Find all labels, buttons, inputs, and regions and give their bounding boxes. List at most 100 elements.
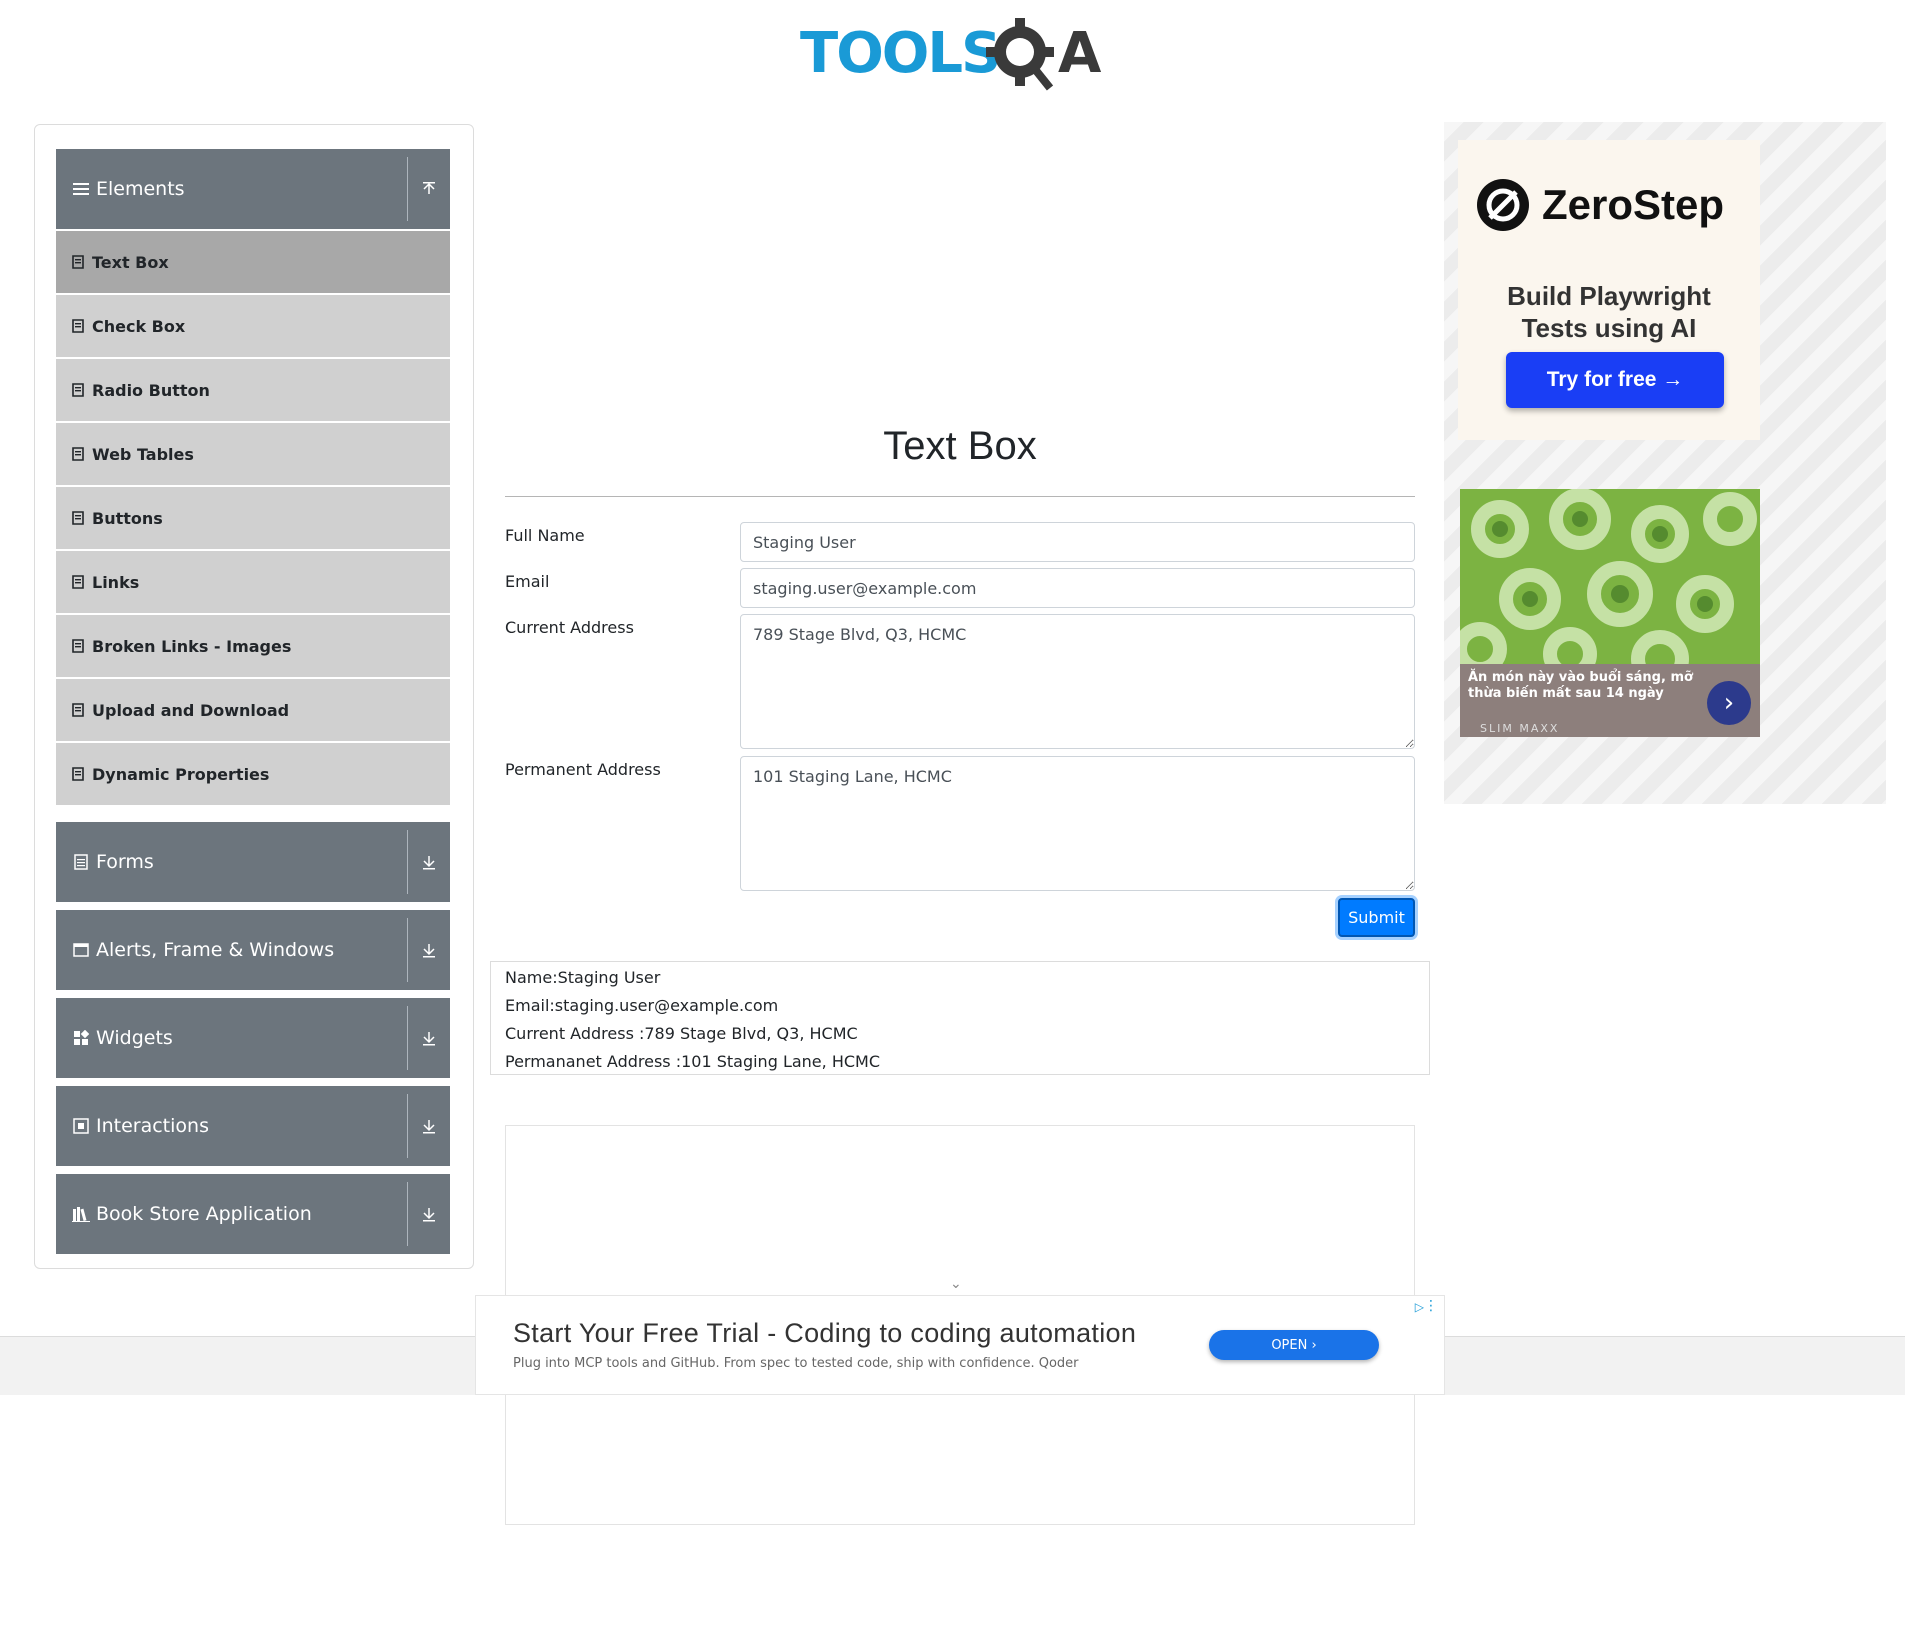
sidebar-item-check-box[interactable]: Check Box bbox=[56, 295, 450, 357]
bookstore-icon bbox=[72, 1205, 90, 1223]
group-label: Elements bbox=[96, 178, 185, 200]
expand-down-icon[interactable] bbox=[416, 1086, 442, 1166]
output-panel: Name:Staging User Email:staging.user@exa… bbox=[490, 961, 1430, 1075]
ad-image bbox=[1460, 489, 1760, 688]
zerostep-logo: ZeroStep bbox=[1476, 178, 1724, 232]
document-icon bbox=[72, 703, 84, 717]
divider bbox=[407, 830, 408, 894]
permanent-address-textarea[interactable]: 101 Staging Lane, HCMC bbox=[740, 756, 1415, 891]
sidebar-item-label: Web Tables bbox=[92, 444, 194, 464]
svg-text:TOOLS: TOOLS bbox=[800, 21, 999, 86]
output-permanent-address: Permananet Address :101 Staging Lane, HC… bbox=[505, 1052, 880, 1071]
zerostep-ad[interactable]: ZeroStep Build Playwright Tests using AI… bbox=[1458, 140, 1760, 440]
group-widgets[interactable]: Widgets bbox=[56, 998, 450, 1078]
divider bbox=[407, 157, 408, 221]
form-icon bbox=[72, 853, 90, 871]
document-icon bbox=[72, 639, 84, 653]
sidebar-item-label: Upload and Download bbox=[92, 700, 290, 720]
output-email: Email:staging.user@example.com bbox=[505, 996, 779, 1015]
ad-caption: Ăn món này vào buổi sáng, mỡ thừa biến m… bbox=[1468, 670, 1693, 701]
permanent-address-label: Permanent Address bbox=[505, 760, 661, 779]
ad-caption-bar: Ăn món này vào buổi sáng, mỡ thừa biến m… bbox=[1460, 664, 1760, 737]
sidebar-item-radio-button[interactable]: Radio Button bbox=[56, 359, 450, 421]
expand-down-icon[interactable] bbox=[416, 910, 442, 990]
sidebar: Elements Text Box Check Box Radio Button… bbox=[34, 124, 474, 1269]
ad-brand: SLIM MAXX bbox=[1480, 722, 1560, 735]
sidebar-item-text-box[interactable]: Text Box bbox=[56, 231, 450, 293]
document-icon bbox=[72, 255, 84, 269]
menu-icon bbox=[72, 180, 90, 198]
output-current-address: Current Address :789 Stage Blvd, Q3, HCM… bbox=[505, 1024, 858, 1043]
sidebar-item-dynamic-properties[interactable]: Dynamic Properties bbox=[56, 743, 450, 805]
output-name: Name:Staging User bbox=[505, 968, 661, 987]
collapse-up-icon[interactable] bbox=[416, 149, 442, 229]
full-name-input[interactable] bbox=[740, 522, 1415, 562]
zerostep-logo-icon bbox=[1477, 179, 1529, 231]
title-divider bbox=[505, 496, 1415, 497]
ad-menu-icon[interactable]: ⋮ bbox=[1424, 1298, 1438, 1314]
group-label: Book Store Application bbox=[96, 1203, 312, 1225]
sidebar-item-label: Buttons bbox=[92, 508, 163, 528]
sidebar-item-label: Broken Links - Images bbox=[92, 636, 292, 656]
ad-subtitle: Plug into MCP tools and GitHub. From spe… bbox=[513, 1356, 1079, 1371]
sidebar-item-label: Dynamic Properties bbox=[92, 764, 270, 784]
document-icon bbox=[72, 319, 84, 333]
interactions-icon bbox=[72, 1117, 90, 1135]
zerostep-brand: ZeroStep bbox=[1542, 181, 1725, 228]
sidebar-item-links[interactable]: Links bbox=[56, 551, 450, 613]
full-name-label: Full Name bbox=[505, 526, 585, 545]
sidebar-item-web-tables[interactable]: Web Tables bbox=[56, 423, 450, 485]
group-alerts-frame-windows[interactable]: Alerts, Frame & Windows bbox=[56, 910, 450, 990]
sidebar-item-buttons[interactable]: Buttons bbox=[56, 487, 450, 549]
divider bbox=[407, 1182, 408, 1246]
expand-down-icon[interactable] bbox=[416, 998, 442, 1078]
ad-title: Start Your Free Trial - Coding to coding… bbox=[513, 1318, 1137, 1348]
group-label: Widgets bbox=[96, 1027, 173, 1049]
try-for-free-button[interactable]: Try for free → bbox=[1506, 352, 1724, 408]
sidebar-item-label: Text Box bbox=[92, 252, 169, 272]
ad-open-label: OPEN bbox=[1271, 1337, 1308, 1353]
expand-down-icon[interactable] bbox=[416, 822, 442, 902]
document-icon bbox=[72, 511, 84, 525]
group-book-store-application[interactable]: Book Store Application bbox=[56, 1174, 450, 1254]
bottom-ad-banner[interactable]: Start Your Free Trial - Coding to coding… bbox=[475, 1295, 1445, 1395]
group-label: Forms bbox=[96, 851, 154, 873]
group-label: Alerts, Frame & Windows bbox=[96, 939, 335, 961]
sidebar-item-label: Check Box bbox=[92, 316, 186, 336]
ad-open-button[interactable]: OPEN › bbox=[1209, 1330, 1379, 1360]
divider bbox=[407, 1006, 408, 1070]
tagline-line-2: Tests using AI bbox=[1521, 313, 1697, 343]
window-icon bbox=[72, 941, 90, 959]
adchoices-icon[interactable]: ▷ bbox=[1415, 1300, 1424, 1314]
chevron-right-icon[interactable]: › bbox=[1707, 681, 1751, 725]
group-elements[interactable]: Elements bbox=[56, 149, 450, 229]
group-forms[interactable]: Forms bbox=[56, 822, 450, 902]
sidebar-item-label: Radio Button bbox=[92, 380, 210, 400]
document-icon bbox=[72, 767, 84, 781]
submit-button[interactable]: Submit bbox=[1338, 898, 1415, 937]
email-input[interactable] bbox=[740, 568, 1415, 608]
zerostep-tagline: Build Playwright Tests using AI bbox=[1458, 280, 1760, 344]
chevron-down-icon[interactable]: ⌄ bbox=[950, 1276, 962, 1292]
divider bbox=[407, 1094, 408, 1158]
current-address-label: Current Address bbox=[505, 618, 634, 637]
document-icon bbox=[72, 575, 84, 589]
document-icon bbox=[72, 383, 84, 397]
widgets-icon bbox=[72, 1029, 90, 1047]
divider bbox=[407, 918, 408, 982]
group-interactions[interactable]: Interactions bbox=[56, 1086, 450, 1166]
email-label: Email bbox=[505, 572, 550, 591]
svg-text:A: A bbox=[1058, 21, 1102, 86]
current-address-textarea[interactable]: 789 Stage Blvd, Q3, HCMC bbox=[740, 614, 1415, 749]
slim-maxx-ad[interactable]: Ăn món này vào buổi sáng, mỡ thừa biến m… bbox=[1460, 489, 1760, 737]
tagline-line-1: Build Playwright bbox=[1507, 281, 1711, 311]
sidebar-item-label: Links bbox=[92, 572, 140, 592]
document-icon bbox=[72, 447, 84, 461]
right-ad: ZeroStep Build Playwright Tests using AI… bbox=[1444, 122, 1886, 804]
page-title: Text Box bbox=[883, 424, 1037, 468]
expand-down-icon[interactable] bbox=[416, 1174, 442, 1254]
group-label: Interactions bbox=[96, 1115, 209, 1137]
sidebar-item-upload-download[interactable]: Upload and Download bbox=[56, 679, 450, 741]
sidebar-item-broken-links[interactable]: Broken Links - Images bbox=[56, 615, 450, 677]
toolsqa-logo[interactable]: TOOLS A bbox=[800, 14, 1125, 94]
